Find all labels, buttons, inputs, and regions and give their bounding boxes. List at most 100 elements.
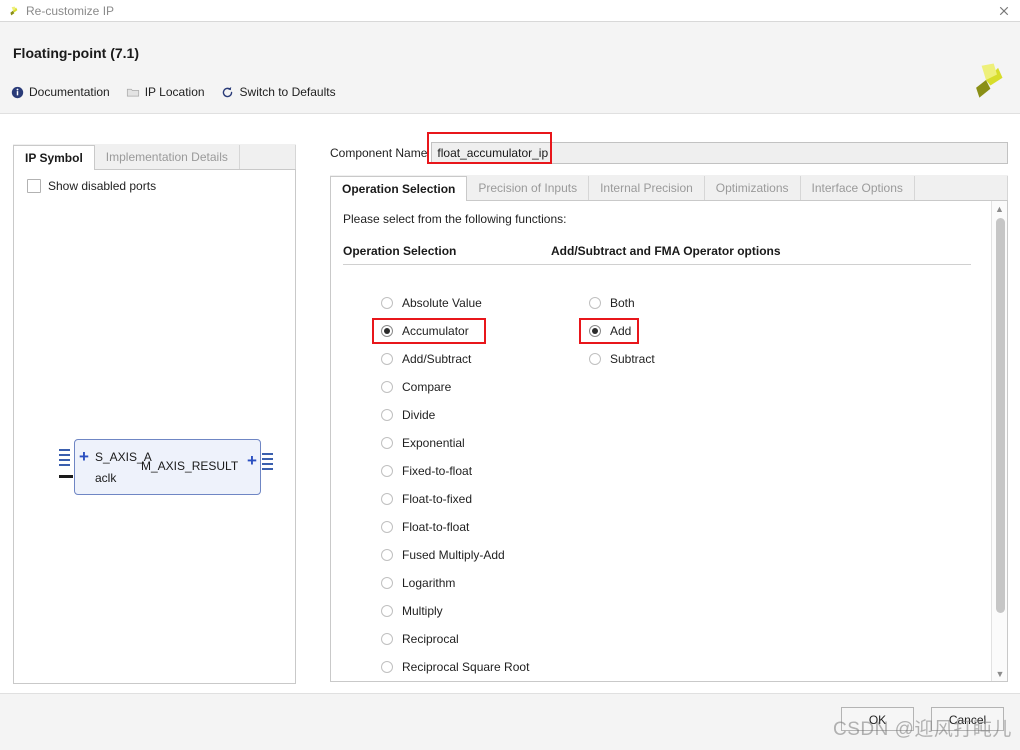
radio-label: Multiply (402, 604, 443, 618)
radio-absolute-value[interactable]: Absolute Value (343, 289, 551, 317)
port-label-aclk: aclk (95, 471, 117, 485)
switch-to-defaults-label: Switch to Defaults (239, 85, 336, 99)
component-name-input[interactable] (431, 142, 1008, 164)
dialog-header: Floating-point (7.1) Documentation IP Lo… (0, 22, 1020, 114)
tab-optimizations[interactable]: Optimizations (704, 176, 801, 200)
show-disabled-ports-label: Show disabled ports (48, 179, 157, 193)
component-name-label: Component Name (330, 146, 428, 160)
radio-logarithm[interactable]: Logarithm (343, 569, 551, 597)
ip-location-label: IP Location (144, 85, 205, 99)
switch-to-defaults-button[interactable]: Switch to Defaults (221, 85, 336, 99)
radio-indicator (381, 381, 393, 393)
radio-label: Exponential (402, 436, 465, 450)
tab-interface-options[interactable]: Interface Options (800, 176, 915, 200)
radio-indicator (381, 409, 393, 421)
radio-indicator (381, 681, 393, 682)
documentation-button[interactable]: Documentation (10, 85, 110, 99)
radio-label: Float-to-float (402, 520, 470, 534)
radio-label: Fused Multiply-Add (402, 548, 505, 562)
radio-label: Fixed-to-float (402, 464, 473, 478)
configuration-panel: Component Name Operation Selection Preci… (330, 132, 1008, 684)
radio-reciprocal[interactable]: Reciprocal (343, 625, 551, 653)
fma-radio-list: Both Add Subtract (551, 289, 971, 373)
radio-indicator (589, 353, 601, 365)
radio-fused-multiply-add[interactable]: Fused Multiply-Add (343, 541, 551, 569)
chevron-up-icon[interactable]: ▲ (992, 201, 1007, 216)
radio-float-to-fixed[interactable]: Float-to-fixed (343, 485, 551, 513)
plus-icon[interactable]: + (79, 448, 89, 465)
radio-indicator (381, 605, 393, 617)
tab-implementation-details[interactable]: Implementation Details (94, 145, 240, 169)
radio-indicator (381, 633, 393, 645)
radio-indicator (381, 661, 393, 673)
window-titlebar: Re-customize IP (0, 0, 1020, 22)
operation-group-header: Operation Selection (343, 244, 551, 265)
radio-label: Reciprocal Square Root (402, 660, 530, 674)
radio-clipped-next-item[interactable] (343, 681, 551, 682)
operation-selection-content: Please select from the following functio… (331, 201, 991, 681)
radio-compare[interactable]: Compare (343, 373, 551, 401)
radio-fixed-to-float[interactable]: Fixed-to-float (343, 457, 551, 485)
ip-symbol-panel: IP Symbol Implementation Details Show di… (13, 144, 296, 684)
radio-label: Absolute Value (402, 296, 482, 310)
radio-label: Accumulator (402, 324, 469, 338)
radio-reciprocal-square-root[interactable]: Reciprocal Square Root (343, 653, 551, 681)
radio-divide[interactable]: Divide (343, 401, 551, 429)
show-disabled-ports-checkbox[interactable]: Show disabled ports (14, 170, 295, 193)
radio-label: Compare (402, 380, 452, 394)
operation-radio-list: Absolute Value Accumulator Add/Subtract (343, 289, 551, 682)
radio-label: Subtract (610, 352, 655, 366)
radio-float-to-float[interactable]: Float-to-float (343, 513, 551, 541)
xilinx-logo-icon (6, 4, 20, 18)
xilinx-logo-icon (964, 58, 1008, 102)
config-tabstrip: Operation Selection Precision of Inputs … (330, 175, 1008, 201)
refresh-icon (221, 85, 235, 99)
fma-operator-group: Add/Subtract and FMA Operator options Bo… (551, 244, 971, 681)
clock-pin (59, 475, 73, 478)
radio-indicator (381, 549, 393, 561)
bus-connector-icon (59, 449, 70, 466)
radio-subtract[interactable]: Subtract (551, 345, 971, 373)
tab-precision-of-inputs[interactable]: Precision of Inputs (467, 176, 590, 200)
radio-add-subtract[interactable]: Add/Subtract (343, 345, 551, 373)
left-tabstrip: IP Symbol Implementation Details (13, 144, 296, 170)
radio-indicator (381, 521, 393, 533)
page-title: Floating-point (7.1) (13, 45, 139, 61)
radio-multiply[interactable]: Multiply (343, 597, 551, 625)
tab-internal-precision[interactable]: Internal Precision (589, 176, 705, 200)
radio-label: Divide (402, 408, 436, 422)
left-tabstrip-filler (239, 145, 296, 169)
plus-icon[interactable]: + (247, 452, 257, 469)
radio-indicator (381, 437, 393, 449)
radio-indicator (589, 297, 601, 309)
radio-accumulator[interactable]: Accumulator (343, 317, 551, 345)
radio-label: Logarithm (402, 576, 456, 590)
instruction-text: Please select from the following functio… (343, 212, 567, 226)
cancel-button[interactable]: Cancel (931, 707, 1004, 731)
radio-label: Add/Subtract (402, 352, 472, 366)
radio-indicator (381, 325, 393, 337)
ip-symbol-canvas: Show disabled ports + S_AXIS_A aclk M_AX… (13, 170, 296, 684)
tab-operation-selection[interactable]: Operation Selection (330, 176, 468, 201)
operation-selection-group: Operation Selection Absolute Value Accum… (343, 244, 551, 682)
operation-selection-pane: Please select from the following functio… (330, 201, 1008, 682)
port-label-m-axis-result: M_AXIS_RESULT (141, 459, 239, 473)
fma-group-header: Add/Subtract and FMA Operator options (551, 244, 971, 265)
dialog-body: IP Symbol Implementation Details Show di… (0, 115, 1020, 693)
folder-icon (126, 85, 140, 99)
tab-ip-symbol[interactable]: IP Symbol (13, 145, 95, 170)
ip-location-button[interactable]: IP Location (126, 85, 205, 99)
bus-connector-icon (262, 453, 273, 470)
vertical-scrollbar[interactable]: ▲ ▼ (991, 201, 1007, 681)
checkbox-box (27, 179, 41, 193)
radio-exponential[interactable]: Exponential (343, 429, 551, 457)
radio-indicator (381, 353, 393, 365)
close-icon[interactable] (994, 2, 1014, 20)
radio-label: Float-to-fixed (402, 492, 473, 506)
ip-block-diagram: + S_AXIS_A aclk M_AXIS_RESULT + (47, 435, 277, 507)
scrollbar-thumb[interactable] (996, 218, 1005, 613)
ok-button[interactable]: OK (841, 707, 914, 731)
radio-add[interactable]: Add (551, 317, 971, 345)
chevron-down-icon[interactable]: ▼ (992, 666, 1007, 681)
radio-both[interactable]: Both (551, 289, 971, 317)
